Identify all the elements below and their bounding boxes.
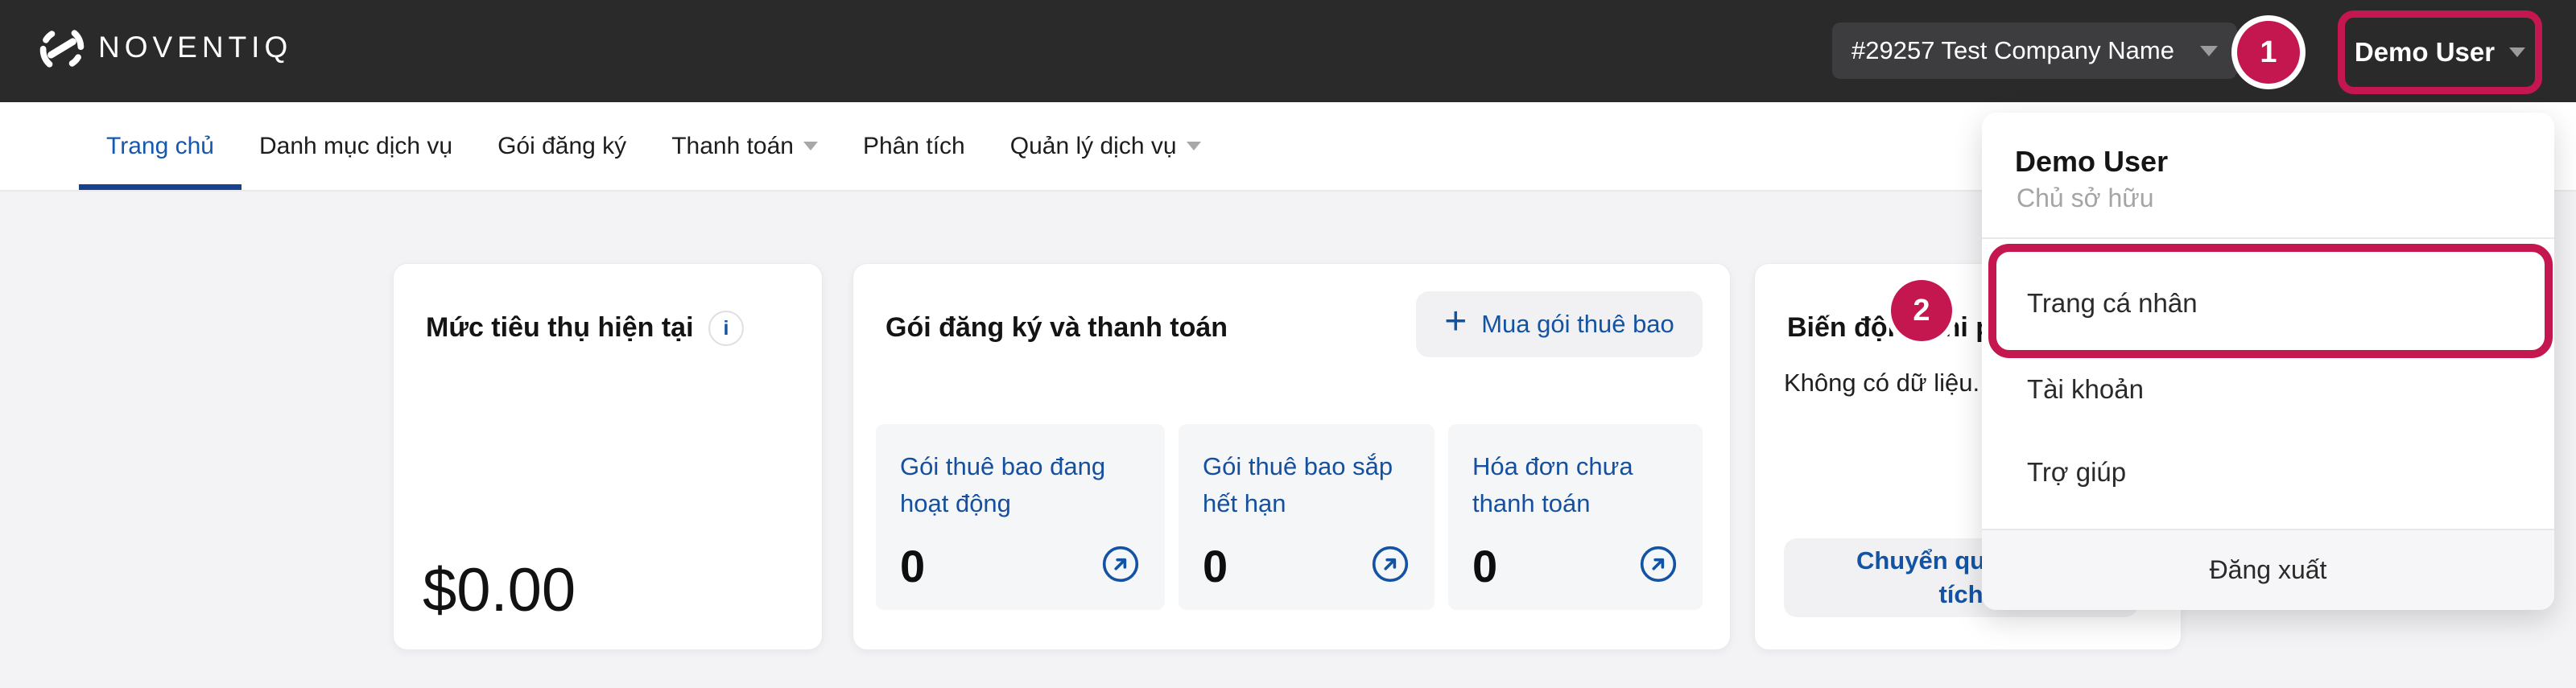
info-icon[interactable]: i — [708, 311, 744, 346]
chevron-down-icon — [2509, 47, 2525, 57]
top-header: NOVENTIQ #29257 Test Company Name 1 Demo… — [0, 0, 2576, 102]
menu-item-help[interactable]: Trợ giúp — [2027, 457, 2126, 488]
tile-label: Hóa đơn chưa thanh toán — [1448, 424, 1703, 522]
user-menu-label: Demo User — [2355, 37, 2495, 68]
buy-subscription-button[interactable]: + Mua gói thuê bao — [1416, 291, 1703, 357]
arrow-up-right-icon[interactable] — [1372, 546, 1409, 583]
nav-item-service-management[interactable]: Quản lý dịch vụ — [1010, 102, 1201, 190]
card-title: Mức tiêu thụ hiện tại — [426, 312, 694, 344]
tile-expiring-subscriptions: Gói thuê bao sắp hết hạn 0 — [1179, 424, 1435, 610]
nav-item-label: Danh mục dịch vụ — [259, 133, 452, 160]
arrow-up-right-icon[interactable] — [1102, 546, 1139, 583]
card-current-consumption: Mức tiêu thụ hiện tại i $0.00 — [393, 263, 823, 650]
nav-item-label: Gói đăng ký — [497, 133, 626, 160]
nav-item-label: Quản lý dịch vụ — [1010, 133, 1177, 160]
nav-item-home[interactable]: Trang chủ — [106, 102, 214, 190]
divider — [1982, 237, 2554, 239]
card-title: Gói đăng ký và thanh toán — [886, 312, 1228, 344]
noventiq-portal: NOVENTIQ #29257 Test Company Name 1 Demo… — [0, 0, 2576, 688]
nav-item-subscriptions[interactable]: Gói đăng ký — [497, 102, 626, 190]
consumption-amount: $0.00 — [423, 555, 576, 625]
noventiq-logo[interactable]: NOVENTIQ — [39, 22, 292, 73]
company-selector-value: #29257 Test Company Name — [1852, 36, 2174, 65]
nav-item-label: Trang chủ — [106, 133, 214, 160]
nav-item-payments[interactable]: Thanh toán — [671, 102, 818, 190]
buy-subscription-label: Mua gói thuê bao — [1481, 310, 1674, 339]
tile-value: 0 — [1203, 540, 1228, 592]
arrow-up-right-icon[interactable] — [1640, 546, 1677, 583]
nav-item-label: Phân tích — [863, 133, 965, 160]
nav-item-service-catalog[interactable]: Danh mục dịch vụ — [259, 102, 452, 190]
dropdown-user-name: Demo User — [2015, 145, 2168, 179]
menu-item-logout[interactable]: Đăng xuất — [1982, 529, 2554, 610]
logo-wordmark: NOVENTIQ — [98, 31, 292, 64]
annotation-step-1-badge: 1 — [2237, 21, 2300, 84]
chevron-down-icon — [803, 142, 818, 150]
chevron-down-icon — [2200, 46, 2218, 56]
card-subscriptions-billing: Gói đăng ký và thanh toán + Mua gói thuê… — [852, 263, 1731, 650]
user-dropdown-menu: Demo User Chủ sở hữu Trang cá nhân Tài k… — [1982, 113, 2554, 610]
dropdown-user-role: Chủ sở hữu — [2017, 183, 2153, 213]
noventiq-logo-icon — [39, 23, 85, 72]
tile-active-subscriptions: Gói thuê bao đang hoạt động 0 — [876, 424, 1165, 610]
tile-value: 0 — [900, 540, 925, 592]
annotation-profile-highlight — [1988, 244, 2553, 358]
user-menu-button[interactable]: Demo User — [2338, 10, 2542, 94]
tile-label: Gói thuê bao sắp hết hạn — [1179, 424, 1435, 522]
tile-label: Gói thuê bao đang hoạt động — [876, 424, 1165, 522]
tile-value: 0 — [1472, 540, 1497, 592]
nav-item-label: Thanh toán — [671, 133, 794, 160]
no-data-text: Không có dữ liệu. — [1784, 369, 1979, 398]
annotation-step-2-badge: 2 — [1891, 280, 1952, 341]
nav-item-analytics[interactable]: Phân tích — [863, 102, 965, 190]
menu-item-account[interactable]: Tài khoản — [2027, 374, 2144, 405]
company-selector[interactable]: #29257 Test Company Name — [1832, 23, 2237, 79]
chevron-down-icon — [1187, 142, 1201, 150]
tile-unpaid-invoices: Hóa đơn chưa thanh toán 0 — [1448, 424, 1703, 610]
